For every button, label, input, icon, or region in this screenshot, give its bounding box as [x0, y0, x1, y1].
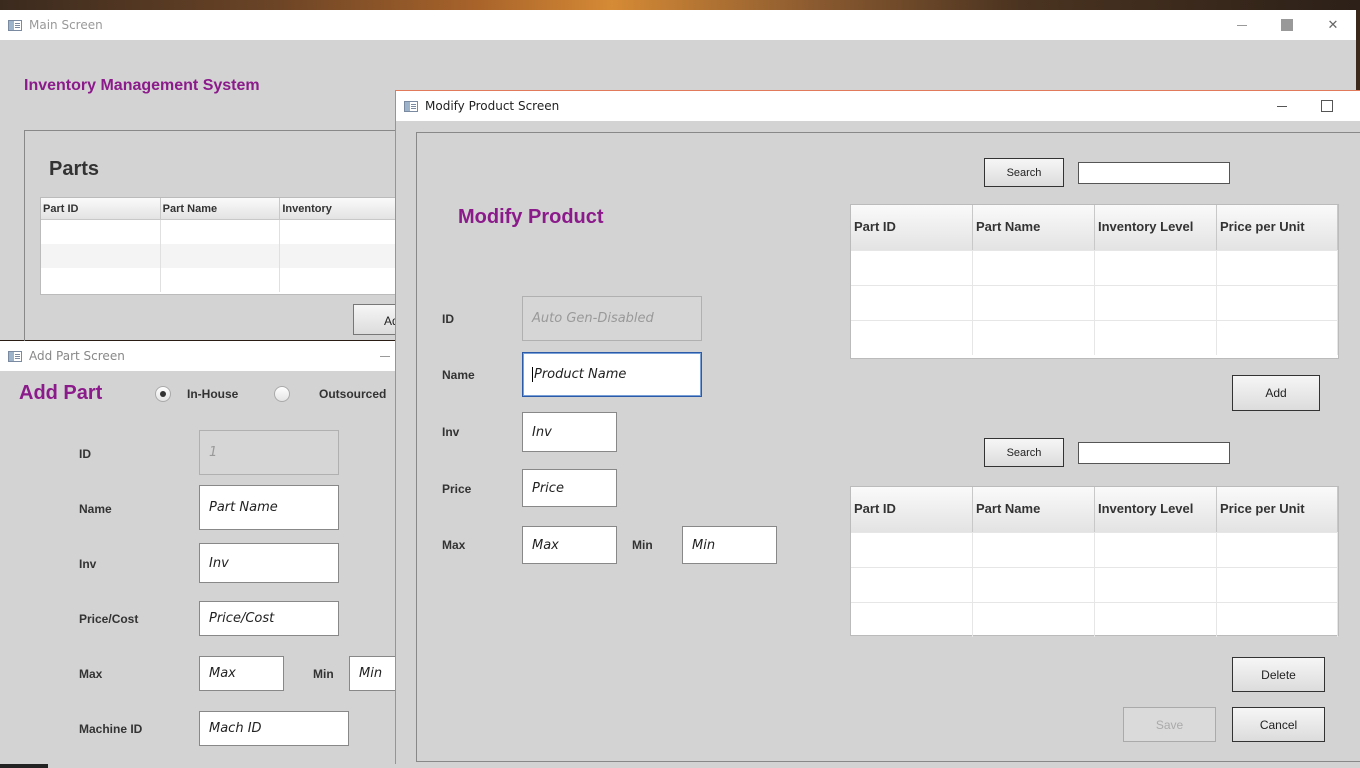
product-inv-field[interactable]: Inv	[522, 412, 617, 452]
column-header-inventory-level[interactable]: Inventory Level	[1095, 487, 1217, 532]
search-associated-parts-button[interactable]: Search	[984, 438, 1064, 467]
search-parts-input[interactable]	[1078, 162, 1230, 184]
minimize-icon[interactable]	[1259, 91, 1305, 121]
add-part-titlebar[interactable]: Add Part Screen	[0, 341, 396, 371]
table-row[interactable]	[851, 602, 1338, 637]
add-part-window: Add Part Screen Add Part In-House Outsou…	[0, 341, 409, 768]
minimize-icon[interactable]	[1219, 10, 1265, 40]
add-part-window-title: Add Part Screen	[29, 349, 125, 363]
inv-label: Inv	[442, 425, 460, 439]
cancel-button[interactable]: Cancel	[1232, 707, 1325, 742]
available-parts-table-header: Part ID Part Name Inventory Level Price …	[851, 205, 1338, 250]
part-max-field[interactable]: Max	[199, 656, 284, 691]
search-associated-parts-input[interactable]	[1078, 442, 1230, 464]
column-header-part-id[interactable]: Part ID	[41, 198, 161, 219]
modify-product-heading: Modify Product	[458, 206, 604, 228]
product-name-field[interactable]: Product Name	[522, 352, 702, 397]
table-row[interactable]	[41, 220, 401, 244]
add-part-heading: Add Part	[19, 382, 103, 404]
parts-table-header: Part ID Part Name Inventory	[41, 198, 401, 220]
min-label: Min	[313, 667, 334, 681]
app-title: Inventory Management System	[24, 77, 260, 94]
column-header-inventory[interactable]: Inventory	[280, 198, 401, 219]
available-parts-table[interactable]: Part ID Part Name Inventory Level Price …	[850, 204, 1339, 359]
in-house-radio[interactable]	[155, 386, 171, 402]
maximize-icon[interactable]	[1264, 10, 1310, 40]
app-icon	[8, 19, 22, 31]
column-header-price-per-unit[interactable]: Price per Unit	[1217, 205, 1338, 250]
machine-id-label: Machine ID	[79, 722, 143, 736]
delete-button[interactable]: Delete	[1232, 657, 1325, 692]
part-inv-field[interactable]: Inv	[199, 543, 339, 583]
save-button-label: Save	[1155, 717, 1184, 732]
save-button[interactable]: Save	[1123, 707, 1216, 742]
cancel-button-label: Cancel	[1259, 717, 1298, 732]
price-label: Price/Cost	[79, 612, 139, 626]
price-label: Price	[442, 482, 472, 496]
max-label: Max	[79, 667, 103, 681]
product-min-field[interactable]: Min	[682, 526, 777, 564]
add-button-label: Add	[1265, 386, 1287, 400]
min-label: Min	[632, 538, 653, 552]
table-row[interactable]	[851, 250, 1338, 285]
column-header-inventory-level[interactable]: Inventory Level	[1095, 205, 1217, 250]
column-header-price-per-unit[interactable]: Price per Unit	[1217, 487, 1338, 532]
main-window-title: Main Screen	[29, 18, 103, 32]
part-name-field[interactable]: Part Name	[199, 485, 339, 530]
column-header-part-name[interactable]: Part Name	[973, 205, 1095, 250]
app-icon	[404, 100, 418, 112]
desktop-wallpaper-edge	[1356, 10, 1360, 90]
column-header-part-id[interactable]: Part ID	[851, 205, 973, 250]
modify-product-titlebar[interactable]: Modify Product Screen	[396, 91, 1360, 121]
part-id-field: 1	[199, 430, 339, 475]
modify-product-window: Modify Product Screen Modify Product ID …	[395, 90, 1360, 768]
search-parts-button[interactable]: Search	[984, 158, 1064, 187]
name-label: Name	[79, 502, 112, 516]
app-icon	[8, 350, 22, 362]
column-header-part-id[interactable]: Part ID	[851, 487, 973, 532]
table-row[interactable]	[851, 285, 1338, 320]
id-label: ID	[79, 447, 91, 461]
product-price-field[interactable]: Price	[522, 469, 617, 507]
table-row[interactable]	[41, 268, 401, 292]
product-id-field: Auto Gen-Disabled	[522, 296, 702, 341]
column-header-part-name[interactable]: Part Name	[973, 487, 1095, 532]
id-label: ID	[442, 312, 454, 326]
search-parts-button-label: Search	[1006, 166, 1042, 179]
outsourced-label[interactable]: Outsourced	[319, 387, 386, 401]
modify-product-window-title: Modify Product Screen	[425, 99, 560, 113]
table-row[interactable]	[851, 532, 1338, 567]
close-icon[interactable]	[1310, 10, 1356, 40]
desktop-wallpaper	[0, 0, 1360, 10]
text-caret	[532, 367, 533, 382]
parts-title: Parts	[49, 158, 100, 180]
in-house-label[interactable]: In-House	[187, 387, 238, 401]
table-row[interactable]	[851, 320, 1338, 355]
column-header-part-name[interactable]: Part Name	[161, 198, 281, 219]
inv-label: Inv	[79, 557, 97, 571]
search-associated-parts-button-label: Search	[1006, 446, 1042, 459]
add-part-to-product-button[interactable]: Add	[1232, 375, 1320, 411]
machine-id-field[interactable]: Mach ID	[199, 711, 349, 746]
associated-parts-table-header: Part ID Part Name Inventory Level Price …	[851, 487, 1338, 532]
taskbar-edge	[0, 764, 1360, 768]
product-max-field[interactable]: Max	[522, 526, 617, 564]
associated-parts-table[interactable]: Part ID Part Name Inventory Level Price …	[850, 486, 1339, 637]
delete-button-label: Delete	[1261, 667, 1296, 682]
max-label: Max	[442, 538, 466, 552]
parts-table[interactable]: Part ID Part Name Inventory	[40, 197, 401, 295]
maximize-icon[interactable]	[1304, 91, 1350, 121]
parts-panel: Parts Part ID Part Name Inventory Add	[24, 130, 413, 345]
table-row[interactable]	[851, 567, 1338, 602]
main-titlebar[interactable]: Main Screen	[0, 10, 1356, 40]
outsourced-radio[interactable]	[274, 386, 290, 402]
name-label: Name	[442, 368, 475, 382]
part-price-field[interactable]: Price/Cost	[199, 601, 339, 636]
product-name-value: Product Name	[534, 367, 627, 382]
table-row[interactable]	[41, 244, 401, 268]
